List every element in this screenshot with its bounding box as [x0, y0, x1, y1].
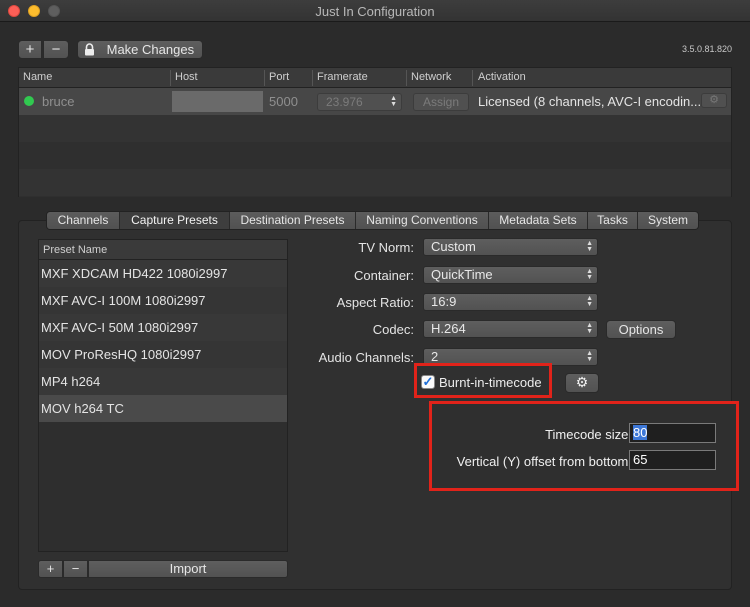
channel-port: 5000 [269, 94, 298, 109]
tv-norm-value: Custom [431, 239, 476, 254]
column-header-activation[interactable]: Activation [478, 71, 526, 83]
select-arrows-icon: ▲ ▼ [586, 240, 593, 253]
add-channel-button[interactable]: + [18, 40, 42, 59]
tv-norm-label: TV Norm: [358, 240, 414, 255]
framerate-select[interactable]: 23.976 ▲ ▼ [317, 93, 402, 111]
tab-bar: Channels Capture Presets Destination Pre… [46, 211, 699, 230]
preset-list: Preset Name MXF XDCAM HD422 1080i2997 MX… [38, 239, 288, 552]
status-indicator [24, 96, 34, 106]
aspect-ratio-select[interactable]: 16:9 ▲ ▼ [423, 293, 598, 311]
framerate-value: 23.976 [326, 95, 363, 109]
timecode-size-input[interactable]: 80 [629, 423, 716, 443]
vertical-offset-label: Vertical (Y) offset from bottom: [456, 454, 632, 469]
list-item[interactable]: MP4 h264 [39, 368, 287, 395]
add-preset-button[interactable]: + [38, 560, 63, 578]
tv-norm-select[interactable]: Custom ▲ ▼ [423, 238, 598, 256]
empty-row [19, 142, 731, 169]
audio-channels-label: Audio Channels: [318, 350, 414, 365]
codec-options-button[interactable]: Options [606, 320, 676, 339]
timecode-settings-gear-icon[interactable]: ⚙ [565, 373, 599, 393]
tab-metadata-sets[interactable]: Metadata Sets [489, 212, 588, 229]
empty-row [19, 196, 731, 197]
column-header-network[interactable]: Network [411, 71, 451, 83]
window-title: Just In Configuration [315, 4, 435, 19]
activation-status: Licensed (8 channels, AVC-I encodin... [478, 94, 702, 109]
column-header-host[interactable]: Host [175, 71, 198, 83]
container-value: QuickTime [431, 267, 493, 282]
host-field[interactable] [172, 91, 263, 112]
list-item[interactable]: MXF XDCAM HD422 1080i2997 [39, 260, 287, 287]
codec-value: H.264 [431, 321, 466, 336]
version-label: 3.5.0.81.820 [681, 44, 732, 54]
tab-capture-presets[interactable]: Capture Presets [120, 212, 230, 229]
codec-select[interactable]: H.264 ▲ ▼ [423, 320, 598, 338]
table-header: Name Host Port Framerate Network Activat… [19, 68, 731, 88]
remove-preset-button[interactable]: − [63, 560, 88, 578]
select-arrows-icon: ▲ ▼ [586, 268, 593, 281]
list-item[interactable]: MXF AVC-I 50M 1080i2997 [39, 314, 287, 341]
assign-button[interactable]: Assign [413, 93, 469, 111]
select-arrows-icon: ▲ ▼ [586, 350, 593, 363]
remove-channel-button[interactable]: − [43, 40, 69, 59]
codec-label: Codec: [372, 322, 414, 337]
timecode-size-value: 80 [633, 425, 648, 440]
list-item[interactable]: MOV ProResHQ 1080i2997 [39, 341, 287, 368]
aspect-ratio-label: Aspect Ratio: [336, 295, 414, 310]
tab-channels[interactable]: Channels [47, 212, 120, 229]
column-header-name[interactable]: Name [23, 71, 52, 83]
column-header-port[interactable]: Port [269, 71, 289, 83]
select-arrows-icon: ▲ ▼ [586, 295, 593, 308]
channels-table: Name Host Port Framerate Network Activat… [18, 67, 732, 197]
tab-naming-conventions[interactable]: Naming Conventions [356, 212, 489, 229]
select-arrows-icon: ▲ ▼ [586, 322, 593, 335]
list-item[interactable]: MXF AVC-I 100M 1080i2997 [39, 287, 287, 314]
burnt-in-timecode-label[interactable]: Burnt-in-timecode [439, 375, 542, 390]
select-arrows-icon: ▲ ▼ [390, 95, 397, 108]
burnt-in-timecode-checkbox[interactable]: ✓ [421, 375, 435, 389]
preset-list-footer: + − Import [38, 560, 288, 578]
make-changes-label: Make Changes [106, 42, 195, 57]
aspect-ratio-value: 16:9 [431, 294, 457, 309]
channel-name: bruce [42, 94, 75, 109]
column-header-framerate[interactable]: Framerate [317, 71, 368, 83]
preset-list-header[interactable]: Preset Name [39, 240, 287, 260]
highlight-box-popover [429, 401, 739, 491]
audio-channels-value: 2 [431, 349, 439, 364]
title-bar: Just In Configuration [0, 0, 750, 22]
vertical-offset-input[interactable]: 65 [629, 450, 716, 470]
table-row[interactable]: bruce 5000 23.976 ▲ ▼ Assign Licensed (8 … [19, 88, 731, 115]
import-button[interactable]: Import [88, 560, 288, 578]
make-changes-button[interactable]: Make Changes [77, 40, 203, 59]
container-select[interactable]: QuickTime ▲ ▼ [423, 266, 598, 284]
timecode-size-label: Timecode size: [545, 427, 632, 442]
tab-destination-presets[interactable]: Destination Presets [230, 212, 356, 229]
list-item-selected[interactable]: MOV h264 TC [39, 395, 287, 422]
tab-system[interactable]: System [638, 212, 698, 229]
container-label: Container: [354, 268, 414, 283]
lock-icon [85, 43, 94, 56]
tab-tasks[interactable]: Tasks [588, 212, 638, 229]
channel-settings-gear-icon[interactable]: ⚙ [701, 93, 727, 108]
